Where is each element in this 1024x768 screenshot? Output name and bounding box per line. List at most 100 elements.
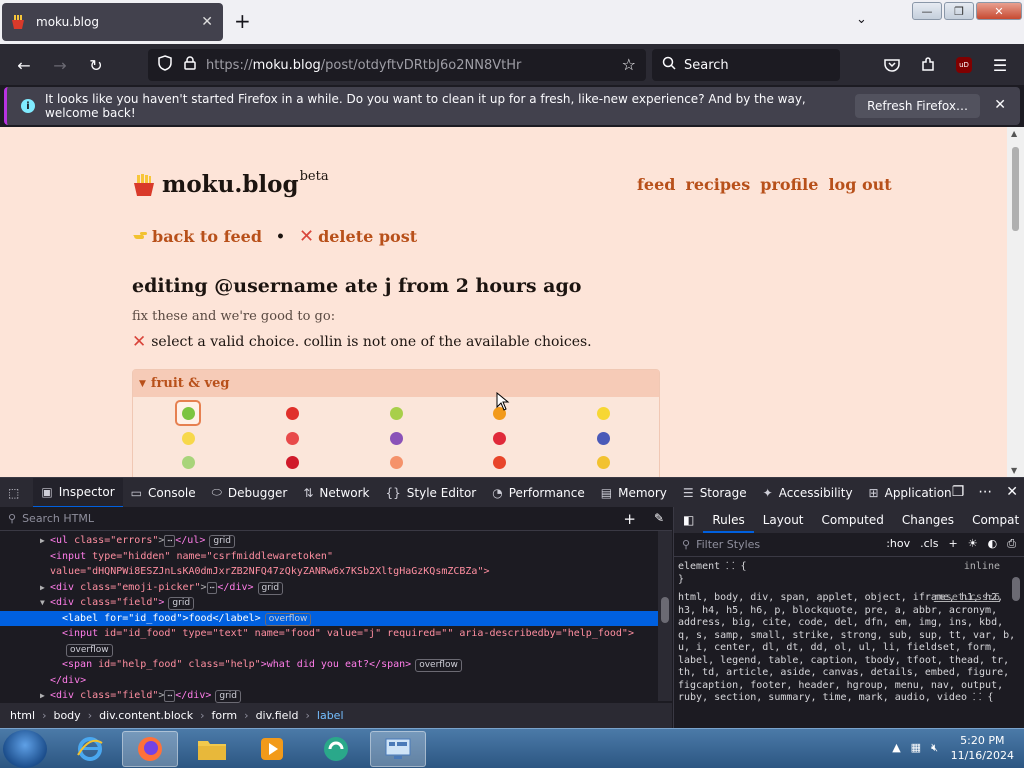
overflow-badge[interactable]: overflow [66, 643, 113, 657]
element-rule-selector[interactable]: element ⸬ { [678, 561, 747, 572]
scroll-down-icon[interactable]: ▼ [1011, 466, 1017, 475]
grid-badge[interactable]: grid [215, 690, 242, 703]
expand-caret-icon[interactable]: ▶ [40, 580, 50, 596]
emoji-grapes[interactable] [383, 425, 409, 451]
maximize-button[interactable]: ❐ [944, 2, 974, 20]
tab-computed[interactable]: Computed [813, 507, 893, 533]
classes-toggle[interactable]: .cls [920, 537, 938, 551]
overflow-badge[interactable]: overflow [264, 612, 312, 626]
markup-node[interactable]: ▶ <div class="emoji-picker"> ⋯ </div> grid [0, 580, 672, 596]
overflow-badge[interactable]: overflow [415, 659, 462, 672]
emoji-watermelon[interactable] [279, 425, 305, 451]
forward-icon[interactable]: → [48, 53, 72, 77]
rules-scrollbar[interactable] [1010, 557, 1022, 727]
element-picker-icon[interactable]: ⬚ [0, 478, 33, 508]
filter-styles-field[interactable]: ⚲ Filter Styles :hov .cls + ☀ ◐ ⎙ [674, 533, 1024, 557]
collapsed-children-icon[interactable]: ⋯ [164, 535, 176, 547]
markup-node[interactable]: ▶ <div class="field"> ⋯ </div> grid [0, 688, 672, 704]
nav-recipes[interactable]: recipes [685, 175, 750, 194]
tracking-protection-shield-icon[interactable] [158, 55, 172, 75]
scrollbar-thumb[interactable] [1012, 147, 1019, 231]
show-hidden-icons-icon[interactable]: ▲ [892, 741, 900, 755]
search-html-field[interactable]: ⚲ Search HTML + ✎ [0, 507, 672, 531]
tab-rules[interactable]: Rules [703, 507, 754, 533]
markup-node[interactable]: <input type="hidden" name="csrfmiddlewar… [0, 549, 672, 565]
tab-accessibility[interactable]: ✦ Accessibility [755, 478, 861, 508]
breadcrumb-item[interactable]: html [10, 709, 35, 722]
firefox-taskbar-icon[interactable] [122, 731, 178, 767]
app-taskbar-icon[interactable] [308, 731, 364, 767]
minimize-button[interactable]: — [912, 2, 942, 20]
emoji-lemon[interactable] [590, 400, 616, 426]
emoji-pear[interactable] [383, 400, 409, 426]
breadcrumb-item[interactable]: label [317, 709, 344, 722]
network-tray-icon[interactable]: ▦ [911, 741, 921, 755]
toggle-sidebar-icon[interactable]: ◧ [674, 507, 703, 533]
nav-profile[interactable]: profile [760, 175, 818, 194]
search-bar[interactable]: Search [652, 49, 840, 81]
bookmark-star-icon[interactable]: ☆ [622, 55, 636, 74]
markup-node[interactable]: ▶ <ul class="errors"> ⋯ </ul> grid [0, 533, 672, 549]
add-rule-icon[interactable]: + [948, 537, 957, 551]
tab-debugger[interactable]: ⬭ Debugger [204, 478, 296, 508]
breadcrumb-item[interactable]: div.field [256, 709, 299, 722]
emoji-pineapple[interactable] [590, 449, 616, 475]
markup-node[interactable]: <span id="help_food" class="help">what d… [0, 657, 672, 673]
emoji-green-apple[interactable] [175, 400, 201, 426]
tab-memory[interactable]: ▤ Memory [593, 478, 675, 508]
lock-icon[interactable] [184, 56, 196, 74]
markup-scroll-thumb[interactable] [661, 597, 669, 623]
close-notification-icon[interactable]: ✕ [994, 97, 1006, 113]
pocket-icon[interactable] [880, 53, 904, 77]
control-panel-icon[interactable] [370, 731, 426, 767]
reset-rule-selectors[interactable]: html, body, div, span, applet, object, i… [678, 592, 1020, 705]
tab-application[interactable]: ⊞ Application [861, 478, 960, 508]
tab-compat[interactable]: Compat [963, 507, 1024, 533]
site-brand[interactable]: moku.blog beta [132, 169, 329, 198]
scroll-up-icon[interactable]: ▲ [1011, 129, 1017, 138]
ublock-origin-icon[interactable]: uD [952, 53, 976, 77]
tab-console[interactable]: ▭ Console [123, 478, 204, 508]
url-text[interactable]: https://moku.blog/post/otdyftvDRtbJ6o2NN… [206, 58, 521, 73]
emoji-melon[interactable] [175, 449, 201, 475]
emoji-red-apple[interactable] [279, 400, 305, 426]
collapsed-children-icon[interactable]: ⋯ [206, 581, 218, 594]
markup-node[interactable]: <label for="id_food">food</label> overflo… [0, 610, 672, 626]
close-devtools-icon[interactable]: ✕ [1006, 484, 1018, 500]
eyedropper-icon[interactable]: ✎ [654, 511, 664, 525]
light-theme-icon[interactable]: ☀ [968, 537, 978, 551]
grid-badge[interactable]: grid [168, 597, 195, 610]
emoji-tomato[interactable] [486, 449, 512, 475]
media-player-icon[interactable] [244, 731, 300, 767]
nav-feed[interactable]: feed [637, 175, 675, 194]
breadcrumb-item[interactable]: form [212, 709, 238, 722]
reload-icon[interactable]: ↻ [84, 53, 108, 77]
page-scrollbar[interactable]: ▲ ▼ [1007, 127, 1024, 477]
markup-node[interactable]: ▼ <div class="field"> grid [0, 595, 672, 611]
print-media-icon[interactable]: ⎙ [1007, 537, 1016, 551]
back-icon[interactable]: ← [12, 53, 36, 77]
close-tab-icon[interactable]: ✕ [201, 14, 213, 30]
breadcrumb-item[interactable]: div.content.block [99, 709, 193, 722]
markup-node[interactable]: overflow [0, 642, 672, 658]
clock[interactable]: 5:20 PM 11/16/2024 [951, 733, 1014, 763]
tab-moku-blog[interactable]: moku.blog ✕ [2, 3, 223, 41]
emoji-peach[interactable] [383, 449, 409, 475]
emoji-group-summary[interactable]: ▼ fruit & veg [133, 370, 659, 397]
emoji-strawberry[interactable] [486, 425, 512, 451]
expand-caret-icon[interactable]: ▼ [40, 595, 50, 611]
hamburger-menu-icon[interactable]: ☰ [988, 53, 1012, 77]
collapsed-children-icon[interactable]: ⋯ [164, 690, 176, 702]
markup-node[interactable]: </div> [0, 673, 672, 689]
dark-theme-icon[interactable]: ◐ [988, 537, 998, 551]
tab-changes[interactable]: Changes [893, 507, 963, 533]
emoji-blueberries[interactable] [590, 425, 616, 451]
markup-scrollbar[interactable] [658, 531, 672, 701]
grid-badge[interactable]: grid [209, 535, 235, 548]
refresh-firefox-button[interactable]: Refresh Firefox… [855, 94, 980, 118]
tab-performance[interactable]: ◔ Performance [484, 478, 593, 508]
more-options-icon[interactable]: ⋯ [978, 484, 992, 500]
tab-layout[interactable]: Layout [754, 507, 813, 533]
new-tab-button[interactable]: + [234, 10, 251, 32]
extensions-puzzle-icon[interactable] [916, 53, 940, 77]
